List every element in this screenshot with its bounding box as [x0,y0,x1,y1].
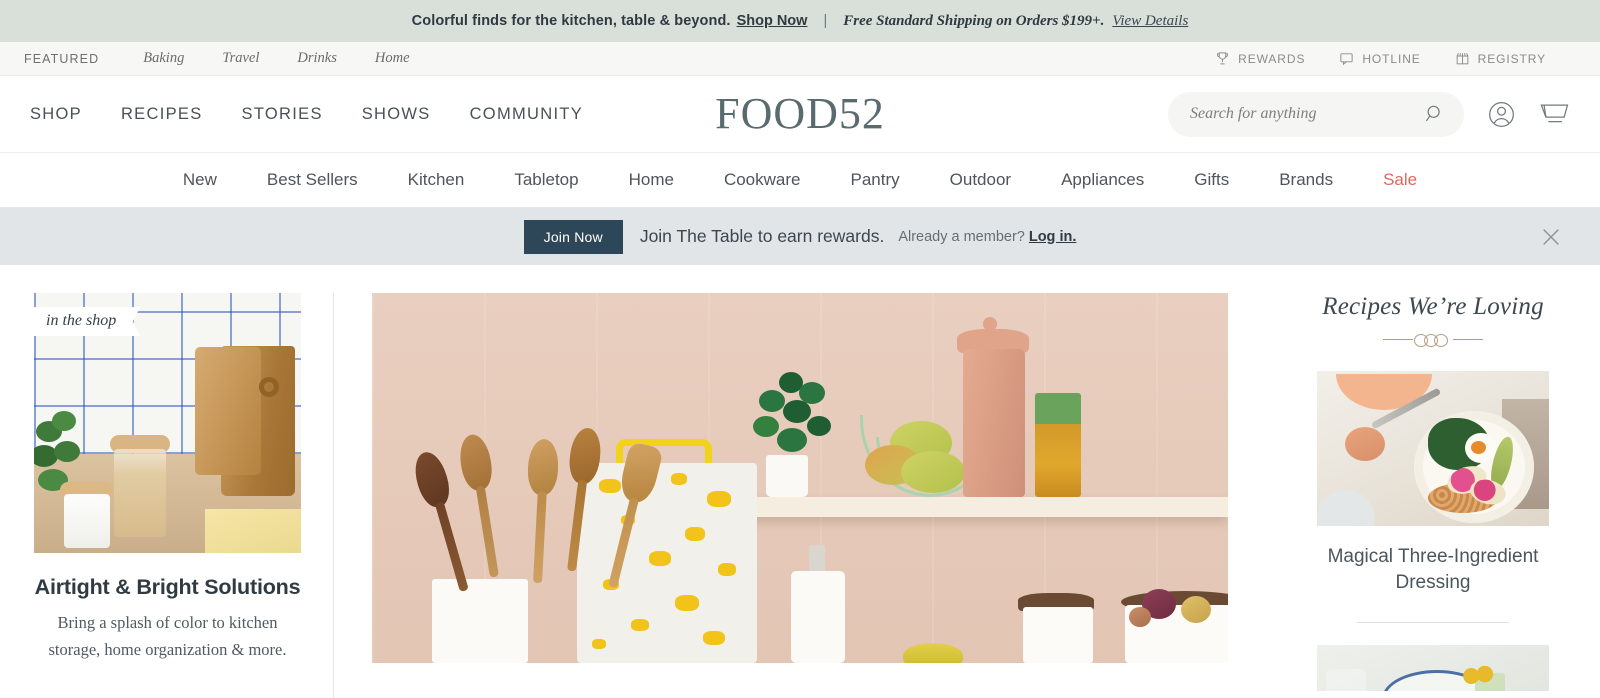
ornament-divider-icon [1383,331,1483,349]
close-icon[interactable] [1540,226,1562,248]
search-bar[interactable] [1168,91,1464,137]
storage-jar-small [64,493,110,548]
recipe-thumbnail-1[interactable] [1317,371,1549,526]
promo-image[interactable]: in the shop [34,293,301,553]
egg-yolk [1471,440,1487,454]
category-tabletop[interactable]: Tabletop [514,170,578,190]
bananas [902,643,963,663]
hero-column [334,293,1266,698]
promo-title[interactable]: Airtight & Bright Solutions [34,575,301,600]
mango [901,450,965,493]
recipe-thumbnail-2[interactable] [1317,644,1549,691]
stacked-glasses [1035,392,1082,497]
search-input[interactable] [1190,105,1424,123]
utility-links: REWARDS HOTLINE REGISTRY [1215,51,1576,66]
nav-shop[interactable]: SHOP [30,105,82,124]
view-details-link[interactable]: View Details [1112,13,1188,30]
cutting-board-small [195,347,261,475]
category-new[interactable]: New [183,170,217,190]
shipping-text: Free Standard Shipping on Orders $199+. [843,12,1105,29]
main-navigation: SHOP RECIPES STORIES SHOWS COMMUNITY FOO… [0,76,1600,152]
featured-link-baking[interactable]: Baking [143,50,184,67]
featured-label: FEATURED [24,51,100,66]
hotline-label: HOTLINE [1362,51,1421,66]
registry-link[interactable]: REGISTRY [1455,51,1546,66]
search-icon[interactable] [1424,103,1446,125]
announcement-bar: Colorful finds for the kitchen, table & … [0,0,1600,42]
registry-label: REGISTRY [1477,51,1546,66]
category-gifts[interactable]: Gifts [1194,170,1229,190]
sidebar-divider [1357,621,1509,623]
utensil-crock [431,579,528,663]
category-best-sellers[interactable]: Best Sellers [267,170,358,190]
featured-bar: FEATURED Baking Travel Drinks Home REWAR… [0,42,1600,76]
nav-recipes[interactable]: RECIPES [121,105,203,124]
recipes-sidebar: Recipes We’re Loving Magical Three-Ingre… [1266,293,1566,698]
sidebar-heading: Recipes We’re Loving [1322,293,1544,320]
cutting-board-handle-hole [259,377,279,397]
nav-right-group [1168,91,1570,137]
wall-shelf [722,496,1228,517]
rewards-label: REWARDS [1238,51,1306,66]
yellow-flowers [1460,665,1495,686]
page-content: in the shop Airtight & Bright Solutions … [0,265,1600,698]
announcement-separator: | [823,13,828,29]
ceramic-french-press [962,348,1025,497]
featured-link-travel[interactable]: Travel [222,50,259,67]
featured-link-home[interactable]: Home [375,50,410,67]
trophy-icon [1215,51,1230,66]
promo-subtitle: Bring a splash of color to kitchen stora… [48,613,287,659]
category-sale[interactable]: Sale [1383,170,1417,190]
featured-link-drinks[interactable]: Drinks [297,50,336,67]
chat-icon [1339,51,1354,66]
napkin [205,509,301,553]
jade-plant [752,371,839,462]
rewards-message: Join The Table to earn rewards. [639,226,885,246]
rewards-link[interactable]: REWARDS [1215,51,1305,66]
login-link[interactable]: Log in. [1029,229,1077,245]
category-navigation: New Best Sellers Kitchen Tabletop Home C… [0,152,1600,208]
featured-links: Baking Travel Drinks Home [143,50,409,67]
yellow-onion [1180,596,1211,623]
left-promo-column: in the shop Airtight & Bright Solutions … [34,293,334,698]
primary-nav-links: SHOP RECIPES STORIES SHOWS COMMUNITY [30,105,583,124]
category-brands[interactable]: Brands [1279,170,1333,190]
in-the-shop-badge: in the shop [34,307,141,336]
category-outdoor[interactable]: Outdoor [950,170,1011,190]
nav-shows[interactable]: SHOWS [362,105,431,124]
shop-now-link[interactable]: Shop Now [737,13,808,29]
rewards-banner: Join Now Join The Table to earn rewards.… [0,208,1600,265]
nav-community[interactable]: COMMUNITY [470,105,583,124]
plant-pot [765,454,808,497]
category-cookware[interactable]: Cookware [724,170,801,190]
nav-stories[interactable]: STORIES [242,105,323,124]
cart-icon[interactable] [1539,100,1570,129]
category-kitchen[interactable]: Kitchen [408,170,465,190]
water-glass [1317,489,1375,526]
glassware [1326,668,1367,691]
storage-jar-large [114,449,166,538]
storage-canister [1022,607,1093,663]
spoon-bowl [1344,426,1385,461]
hotline-link[interactable]: HOTLINE [1339,51,1420,66]
category-pantry[interactable]: Pantry [851,170,900,190]
join-now-button[interactable]: Join Now [523,219,623,254]
category-appliances[interactable]: Appliances [1061,170,1144,190]
gift-icon [1455,51,1470,66]
category-home[interactable]: Home [629,170,674,190]
food52-logo[interactable]: FOOD52 [715,92,885,136]
recipe-title-1[interactable]: Magical Three-Ingredient Dressing [1300,544,1566,596]
shallot [1128,607,1151,627]
account-icon[interactable] [1486,99,1517,130]
oil-bottle [791,571,846,663]
member-prompt: Already a member? [898,228,1025,245]
hero-image[interactable] [372,293,1228,663]
announcement-text: Colorful finds for the kitchen, table & … [411,13,731,29]
